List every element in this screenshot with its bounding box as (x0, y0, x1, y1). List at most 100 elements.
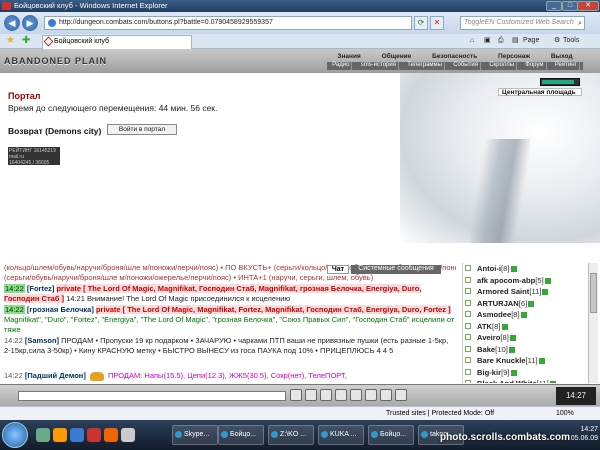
enter-portal-button[interactable]: Войти в портал (107, 124, 177, 135)
taskbar-button[interactable]: Z:\KO ... (268, 425, 314, 445)
taskbar-button[interactable]: Skype... (172, 425, 218, 445)
search-input[interactable]: ToggleEN Customized Web Search ⌕ (460, 16, 585, 30)
firefox-icon[interactable] (104, 428, 118, 442)
user-name[interactable]: Aveiro (477, 333, 500, 342)
zoom-level[interactable]: 100% (556, 407, 574, 420)
minimize-button[interactable]: _ (546, 1, 562, 11)
favorites-star-icon[interactable]: ★ (6, 35, 15, 46)
taskbar-button[interactable]: Бойцо... (368, 425, 414, 445)
security-zone[interactable]: Trusted sites | Protected Mode: Off (386, 407, 494, 420)
user-name[interactable]: ARTURJAN (477, 299, 519, 308)
private-checkbox[interactable] (465, 322, 471, 329)
tools-menu-icon[interactable]: ⚙ (554, 36, 560, 46)
search-icon[interactable]: ⌕ (578, 18, 582, 30)
private-checkbox[interactable] (465, 368, 471, 375)
private-checkbox[interactable] (465, 276, 471, 283)
online-user[interactable]: Antoi-i[8] (463, 263, 587, 275)
private-checkbox[interactable] (465, 345, 471, 352)
private-checkbox[interactable] (465, 288, 471, 294)
info-icon[interactable] (544, 277, 551, 284)
taskbar-button[interactable]: KUKA ... (318, 425, 364, 445)
explorer-icon[interactable] (121, 428, 135, 442)
scrollbar-thumb[interactable] (590, 273, 597, 313)
online-user[interactable]: Armored Saint[11] (463, 286, 587, 298)
page-menu[interactable]: Page (523, 36, 539, 46)
nav-security[interactable]: Безопасность (432, 53, 477, 62)
subnav-rating[interactable]: Рейтинг (553, 62, 580, 70)
info-icon[interactable] (510, 369, 517, 376)
back-button[interactable]: ◀ (4, 15, 20, 31)
tab-chat[interactable]: Чат (327, 265, 349, 274)
online-user[interactable]: Big-kir[9] (463, 367, 587, 379)
online-user[interactable]: Asmodee[8] (463, 309, 587, 321)
tab-combats[interactable]: Бойцовский клуб (42, 35, 192, 49)
add-favorites-icon[interactable]: ✚ (22, 35, 30, 46)
central-square-button[interactable]: Центральная площадь (498, 88, 582, 96)
info-icon[interactable] (510, 266, 517, 272)
filter-icon[interactable] (335, 389, 347, 401)
send-icon[interactable] (290, 389, 302, 401)
subnav-forum[interactable]: Форум (523, 62, 547, 70)
info-icon[interactable] (509, 335, 516, 341)
online-user[interactable]: ATK[8] (463, 321, 587, 333)
user-name[interactable]: Bake (477, 345, 495, 354)
show-desktop-icon[interactable] (36, 428, 50, 442)
info-icon[interactable] (520, 312, 527, 318)
stop-button[interactable]: ✕ (430, 16, 444, 30)
online-list-scrollbar[interactable] (588, 263, 598, 383)
tab-system-messages[interactable]: Системные сообщения (351, 265, 441, 274)
url-field[interactable]: http://dungeon.combats.com/buttons.pl?ba… (44, 16, 412, 30)
user-name[interactable]: Antoi-i (477, 264, 501, 273)
chat-nick[interactable]: [Fortez] (27, 284, 55, 293)
taskbar-button[interactable]: Бойцо... (218, 425, 264, 445)
private-checkbox[interactable] (465, 265, 471, 271)
private-checkbox[interactable] (465, 380, 471, 383)
media-player-icon[interactable] (53, 428, 67, 442)
user-name[interactable]: Black And White (477, 379, 537, 383)
online-user[interactable]: Bare Knuckle[11] (463, 355, 587, 367)
chat-nick[interactable]: [Падший Демон] (25, 371, 86, 380)
info-icon[interactable] (542, 289, 549, 295)
clear-icon[interactable] (305, 389, 317, 401)
info-icon[interactable] (549, 381, 556, 383)
chat-nick[interactable]: [грозная Белочка] (27, 305, 94, 314)
nav-exit[interactable]: Выход (551, 53, 573, 62)
nav-character[interactable]: Персонаж (498, 53, 530, 62)
close-button[interactable]: ✕ (577, 1, 599, 11)
chat-nick[interactable]: [Samson] (25, 336, 59, 345)
subnav-events[interactable]: События (451, 62, 481, 70)
subnav-sms[interactable]: sms-история (359, 62, 399, 70)
ie-icon[interactable] (70, 428, 84, 442)
tools-menu[interactable]: Tools (563, 36, 579, 46)
user-name[interactable]: Armored Saint (477, 287, 529, 296)
info-icon[interactable] (528, 300, 535, 307)
subnav-scrolls[interactable]: Скроллы (487, 62, 518, 70)
user-name[interactable]: afk apocom-abp (477, 276, 535, 285)
user-name[interactable]: ATK (477, 322, 492, 331)
online-user[interactable]: Bake[10] (463, 344, 587, 356)
nav-knowledge[interactable]: Знания (337, 53, 360, 62)
page-menu-icon[interactable]: ▤ (512, 36, 519, 46)
refresh-chat-icon[interactable] (395, 389, 407, 401)
rating-counter[interactable]: РЕЙТИНГ 16145219 mail.ru 16404245 / 3660… (8, 147, 60, 166)
subnav-radio[interactable]: Радио (330, 62, 353, 70)
start-button[interactable] (2, 422, 28, 448)
translit-icon[interactable] (350, 389, 362, 401)
home-icon[interactable]: ⌂ (470, 36, 474, 46)
private-checkbox[interactable] (465, 311, 471, 317)
forward-button[interactable]: ▶ (22, 15, 38, 31)
chat-input[interactable] (18, 391, 286, 401)
user-name[interactable]: Asmodee (477, 310, 511, 319)
online-user[interactable]: afk apocom-abp[5] (463, 275, 587, 287)
private-checkbox[interactable] (465, 299, 471, 306)
private-checkbox[interactable] (465, 334, 471, 340)
private-checkbox[interactable] (465, 357, 471, 363)
user-name[interactable]: Bare Knuckle (477, 356, 526, 365)
user-name[interactable]: Big-kir (477, 368, 501, 377)
subnav-telegrams[interactable]: Телеграммы (405, 62, 445, 70)
sound-icon[interactable] (380, 389, 392, 401)
info-icon[interactable] (508, 346, 515, 353)
refresh-button[interactable]: ⟳ (414, 16, 428, 30)
nav-communication[interactable]: Общение (382, 53, 412, 62)
settings-icon[interactable] (365, 389, 377, 401)
